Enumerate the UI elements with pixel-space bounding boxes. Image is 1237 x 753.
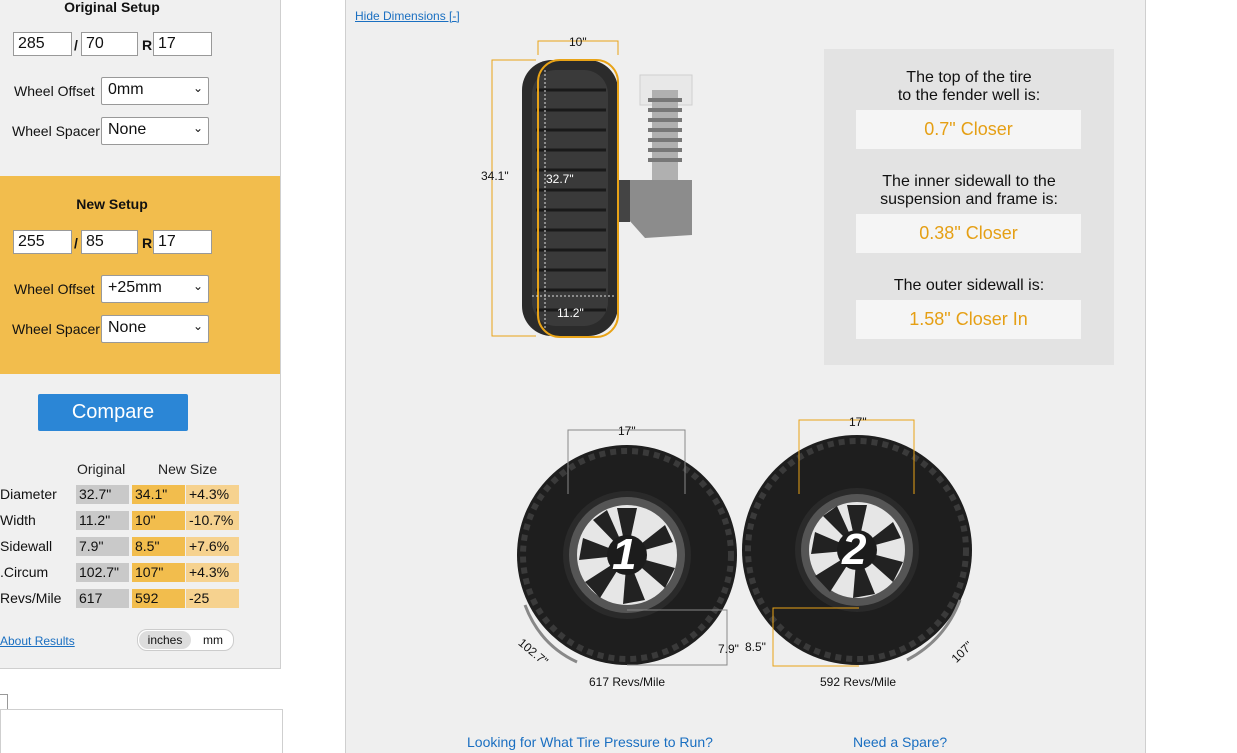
tire-pressure-link[interactable]: Looking for What Tire Pressure to Run? — [467, 734, 713, 750]
original-spacer-value: None — [108, 121, 147, 138]
new-spacer-select[interactable]: None ⌄ — [101, 315, 209, 343]
wheel1-number: 1 — [612, 530, 637, 579]
wheel2-sidewall-label: 8.5" — [745, 640, 766, 654]
chevron-down-icon: ⌄ — [192, 279, 203, 293]
orig-value: 7.9" — [76, 537, 129, 556]
original-offset-value: 0mm — [108, 81, 144, 98]
orig-diameter-label: 32.7" — [546, 172, 574, 186]
row-label: Sidewall — [0, 538, 53, 554]
outer-sidewall-value: 1.58" Closer In — [856, 300, 1081, 339]
row-label: Revs/Mile — [0, 590, 62, 606]
new-width-label: 10" — [569, 35, 587, 49]
new-diameter-label: 34.1" — [481, 169, 509, 183]
diff-value: +4.3% — [186, 563, 239, 582]
diff-value: +4.3% — [186, 485, 239, 504]
inner-title-line2: suspension and frame is: — [880, 191, 1058, 208]
new-offset-value: +25mm — [108, 279, 162, 296]
wheel1-rim-label: 17" — [618, 424, 636, 438]
new-spacer-label: Wheel Spacer — [12, 321, 100, 337]
orig-value: 32.7" — [76, 485, 129, 504]
original-rim-input[interactable]: 17 — [153, 32, 212, 56]
fender-clearance-value: 0.7" Closer — [856, 110, 1081, 149]
new-value: 10" — [132, 511, 185, 530]
row-label: Circum. — [0, 564, 49, 580]
outer-title: The outer sidewall is: — [893, 277, 1045, 294]
new-value: 107" — [132, 563, 185, 582]
original-rim-label: R — [142, 37, 153, 53]
inner-clearance-value: 0.38" Closer — [856, 214, 1081, 253]
new-aspect-input[interactable]: 85 — [81, 230, 138, 254]
original-aspect-input[interactable]: 70 — [81, 32, 138, 56]
original-setup-title: Original Setup — [64, 0, 160, 15]
chevron-down-icon: ⌄ — [192, 81, 203, 95]
orig-value: 102.7" — [76, 563, 129, 582]
original-width-input[interactable]: 285 — [13, 32, 72, 56]
header-original: Original — [77, 461, 126, 477]
need-spare-link[interactable]: Need a Spare? — [853, 734, 947, 750]
diff-value: -25 — [186, 589, 239, 608]
original-spacer-label: Wheel Spacer — [12, 123, 100, 139]
compare-button[interactable]: Compare — [38, 394, 188, 431]
original-offset-label: Wheel Offset — [14, 83, 95, 99]
new-setup-title: New Setup — [76, 196, 148, 212]
new-offset-label: Wheel Offset — [14, 281, 95, 297]
fender-title-line1: The top of the tire — [906, 69, 1032, 86]
new-value: 34.1" — [132, 485, 185, 504]
unit-toggle[interactable]: inches mm — [137, 629, 234, 651]
new-rim-input[interactable]: 17 — [153, 230, 212, 254]
row-label: Diameter — [0, 486, 57, 502]
new-value: 8.5" — [132, 537, 185, 556]
wheel2-revs-label: 592 Revs/Mile — [820, 675, 897, 689]
diff-value: +7.6% — [186, 537, 239, 556]
chevron-down-icon: ⌄ — [192, 121, 203, 135]
bottom-content-box — [0, 709, 283, 753]
new-setup-section: New Setup 255 / 85 R 17 Wheel Offset +25… — [0, 176, 280, 374]
about-results-link[interactable]: About Results — [0, 634, 75, 648]
new-spacer-value: None — [108, 319, 147, 336]
wheel2-number: 2 — [842, 525, 867, 574]
new-rim-label: R — [142, 235, 153, 251]
fender-title-line2: to the fender well is: — [897, 87, 1041, 104]
orig-value: 11.2" — [76, 511, 129, 530]
inner-title-line1: The inner sidewall to the — [882, 173, 1056, 190]
new-offset-select[interactable]: +25mm ⌄ — [101, 275, 209, 303]
wheel2-rim-label: 17" — [849, 415, 867, 429]
chevron-down-icon: ⌄ — [192, 319, 203, 333]
orig-value: 617 — [76, 589, 129, 608]
hide-dimensions-link[interactable]: Hide Dimensions [-] — [355, 9, 460, 23]
row-label: Width — [0, 512, 36, 528]
original-separator: / — [74, 37, 78, 53]
unit-mm-option[interactable]: mm — [196, 631, 230, 649]
tire-side-view-illustration — [491, 40, 693, 338]
new-value: 592 — [132, 589, 185, 608]
unit-inches-option[interactable]: inches — [139, 631, 191, 649]
new-separator: / — [74, 235, 78, 251]
original-offset-select[interactable]: 0mm ⌄ — [101, 77, 209, 105]
original-spacer-select[interactable]: None ⌄ — [101, 117, 209, 145]
new-width-input[interactable]: 255 — [13, 230, 72, 254]
diff-value: -10.7% — [186, 511, 239, 530]
tire-side-icon — [522, 59, 619, 338]
orig-width-label: 11.2" — [557, 306, 584, 320]
header-new-size: New Size — [158, 461, 218, 477]
wheel1-revs-label: 617 Revs/Mile — [589, 675, 666, 689]
